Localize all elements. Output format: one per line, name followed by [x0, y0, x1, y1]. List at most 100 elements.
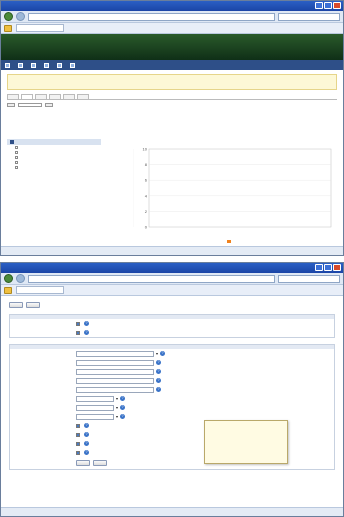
checkbox[interactable]	[76, 450, 80, 455]
next-button-bottom[interactable]	[93, 460, 107, 466]
form-row: ?	[10, 319, 334, 328]
app-header	[1, 34, 343, 60]
forward-icon[interactable]	[16, 12, 25, 21]
select-field[interactable]	[76, 404, 114, 411]
window-controls	[315, 264, 341, 271]
radio-icon	[15, 156, 18, 159]
y-tick-label: 2	[145, 209, 148, 214]
field-control: ?	[76, 377, 161, 384]
menu-item-subscribers[interactable]	[18, 62, 25, 68]
tab-stats-1[interactable]	[7, 94, 19, 99]
browser-tab[interactable]	[16, 286, 64, 294]
checkbox[interactable]	[76, 330, 80, 335]
info-icon[interactable]: ?	[120, 414, 126, 419]
info-icon[interactable]: ?	[84, 321, 89, 326]
go-button[interactable]	[45, 103, 53, 107]
favorites-star-icon[interactable]	[4, 286, 12, 294]
url-input[interactable]	[28, 12, 275, 21]
radio-icon	[15, 151, 18, 154]
y-tick-label: 8	[145, 162, 148, 167]
url-input[interactable]	[28, 274, 275, 283]
favorites-star-icon[interactable]	[4, 24, 12, 32]
select-field[interactable]	[76, 413, 114, 420]
minimize-icon[interactable]	[315, 264, 323, 271]
info-icon[interactable]: ?	[156, 387, 161, 392]
tab-stats-3[interactable]	[35, 94, 47, 99]
tab-bar	[1, 285, 343, 296]
close-icon[interactable]	[333, 264, 341, 271]
maximize-icon[interactable]	[324, 264, 332, 271]
info-icon[interactable]: ?	[156, 369, 161, 374]
date-range-button[interactable]	[7, 103, 15, 107]
text-field[interactable]	[76, 377, 154, 384]
search-input[interactable]	[278, 12, 340, 21]
chart-svg: 0 2 4 6 8 10	[132, 147, 332, 243]
menu-item-autoresponders[interactable]	[44, 62, 51, 68]
info-icon[interactable]: ?	[84, 450, 89, 455]
checkbox-icon	[10, 140, 14, 144]
campaign-form: ?? ▾????? ▾? ▾? ▾?????	[1, 296, 343, 480]
form-row: ▾?	[10, 349, 334, 358]
back-icon[interactable]	[4, 12, 13, 21]
chevron-down-icon[interactable]: ▾	[116, 414, 118, 419]
info-icon[interactable]: ?	[84, 423, 89, 428]
window-titlebar	[1, 1, 343, 11]
menu-item-dashboard[interactable]	[5, 62, 12, 68]
range-select[interactable]	[18, 103, 42, 107]
series-item[interactable]	[7, 165, 101, 170]
info-icon[interactable]: ?	[120, 405, 126, 410]
checkbox[interactable]	[76, 321, 80, 326]
back-icon[interactable]	[4, 274, 13, 283]
field-control: ?	[76, 330, 89, 335]
browser-window-stats: 0 2 4 6 8 10	[0, 0, 344, 256]
browser-tab[interactable]	[16, 24, 64, 32]
field-control: ?	[76, 359, 161, 366]
text-field[interactable]	[76, 359, 154, 366]
tab-stats-4[interactable]	[49, 94, 61, 99]
select-field[interactable]	[76, 350, 154, 357]
back-button-bottom[interactable]	[76, 460, 90, 466]
minimize-icon[interactable]	[315, 2, 323, 9]
info-icon[interactable]: ?	[156, 360, 161, 365]
form-row: ▾?	[10, 403, 334, 412]
text-field[interactable]	[76, 368, 154, 375]
tab-bar	[1, 23, 343, 34]
select-field[interactable]	[76, 395, 114, 402]
info-icon[interactable]: ?	[84, 330, 89, 335]
back-button[interactable]	[9, 302, 23, 308]
form-row: ▾?	[10, 394, 334, 403]
tab-stats-6[interactable]	[77, 94, 89, 99]
y-tick-label: 0	[145, 225, 148, 230]
info-icon[interactable]: ?	[84, 441, 89, 446]
checkbox[interactable]	[76, 432, 80, 437]
chevron-down-icon[interactable]: ▾	[116, 405, 118, 410]
chevron-down-icon[interactable]: ▾	[116, 396, 118, 401]
info-icon[interactable]: ?	[156, 378, 161, 383]
stats-tabs	[7, 94, 337, 100]
forward-icon[interactable]	[16, 274, 25, 283]
close-icon[interactable]	[333, 2, 341, 9]
menu-item-campaigns[interactable]	[31, 62, 38, 68]
status-bar	[1, 507, 343, 516]
tab-stats-5[interactable]	[63, 94, 75, 99]
browser-window-form: ?? ▾????? ▾? ▾? ▾?????	[0, 262, 344, 517]
info-icon[interactable]: ?	[84, 432, 89, 437]
checkbox[interactable]	[76, 441, 80, 446]
chevron-down-icon[interactable]: ▾	[156, 351, 158, 356]
y-tick-label: 4	[145, 193, 148, 198]
next-button[interactable]	[26, 302, 40, 308]
info-icon[interactable]: ?	[120, 396, 126, 401]
y-tick-label: 10	[143, 147, 148, 152]
help-tooltip	[204, 420, 288, 464]
menu-item-statistics[interactable]	[70, 62, 77, 68]
tab-stats-2[interactable]	[21, 94, 33, 99]
info-icon[interactable]: ?	[160, 351, 166, 356]
search-input[interactable]	[278, 274, 340, 283]
radio-icon	[15, 161, 18, 164]
radio-icon	[15, 166, 18, 169]
menu-item-templates[interactable]	[57, 62, 64, 68]
dashboard-icon	[5, 62, 10, 68]
checkbox[interactable]	[76, 423, 80, 428]
text-field[interactable]	[76, 386, 154, 393]
maximize-icon[interactable]	[324, 2, 332, 9]
